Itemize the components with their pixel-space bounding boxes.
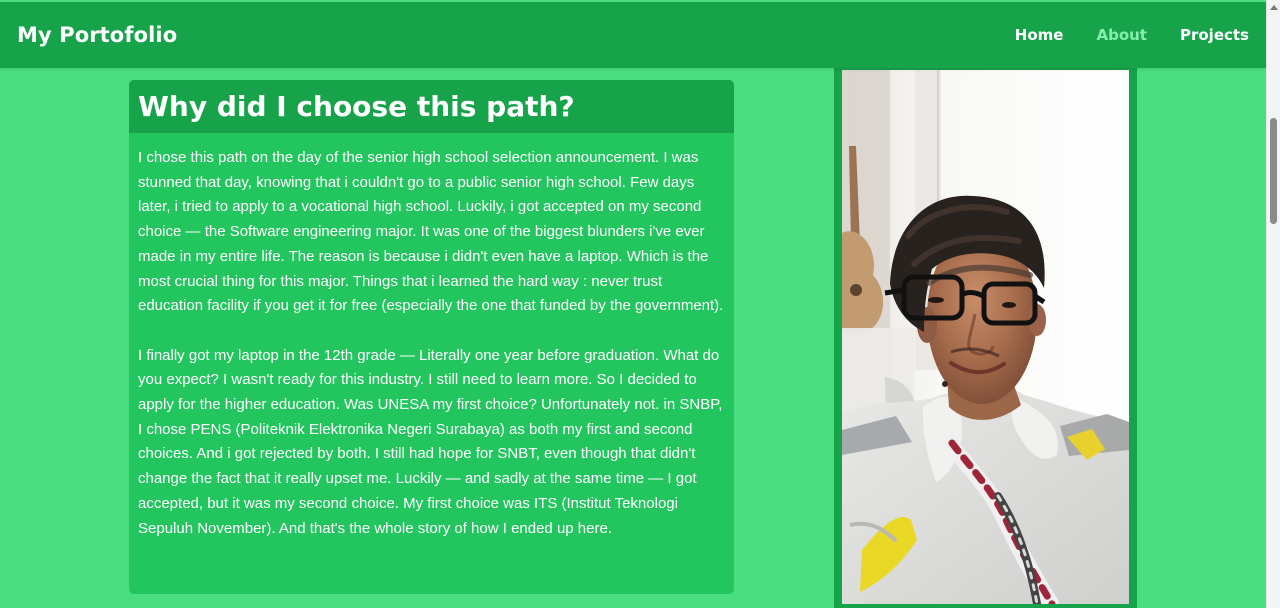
right-eye <box>1002 302 1016 308</box>
scroll-thumb[interactable] <box>1270 118 1277 224</box>
main-navigation: Home About Projects <box>1015 26 1249 44</box>
profile-photo-illustration <box>842 70 1129 604</box>
about-nav-link[interactable]: About <box>1096 26 1147 44</box>
card-heading-bar: Why did I choose this path? <box>129 80 734 133</box>
why-path-card: Why did I choose this path? I chose this… <box>129 80 734 594</box>
portfolio-page: My Portofolio Home About Projects Why di… <box>0 0 1266 608</box>
browser-viewport: My Portofolio Home About Projects Why di… <box>0 0 1280 608</box>
projects-nav-link[interactable]: Projects <box>1180 26 1249 44</box>
scroll-up-arrow-icon[interactable] <box>1270 5 1278 10</box>
story-paragraph-2: I finally got my laptop in the 12th grad… <box>138 346 723 537</box>
story-paragraph-1: I chose this path on the day of the seni… <box>138 149 724 315</box>
cheek-mark <box>942 381 948 387</box>
top-navbar: My Portofolio Home About Projects <box>0 2 1266 68</box>
card-body: I chose this path on the day of the seni… <box>129 133 734 541</box>
guitar-soundhole <box>850 284 862 296</box>
vertical-scrollbar[interactable] <box>1266 0 1280 608</box>
left-eye <box>928 297 944 303</box>
profile-photo-frame <box>834 68 1137 608</box>
site-brand[interactable]: My Portofolio <box>17 23 177 47</box>
home-nav-link[interactable]: Home <box>1015 26 1064 44</box>
profile-photo <box>842 70 1129 604</box>
card-title: Why did I choose this path? <box>138 89 575 123</box>
